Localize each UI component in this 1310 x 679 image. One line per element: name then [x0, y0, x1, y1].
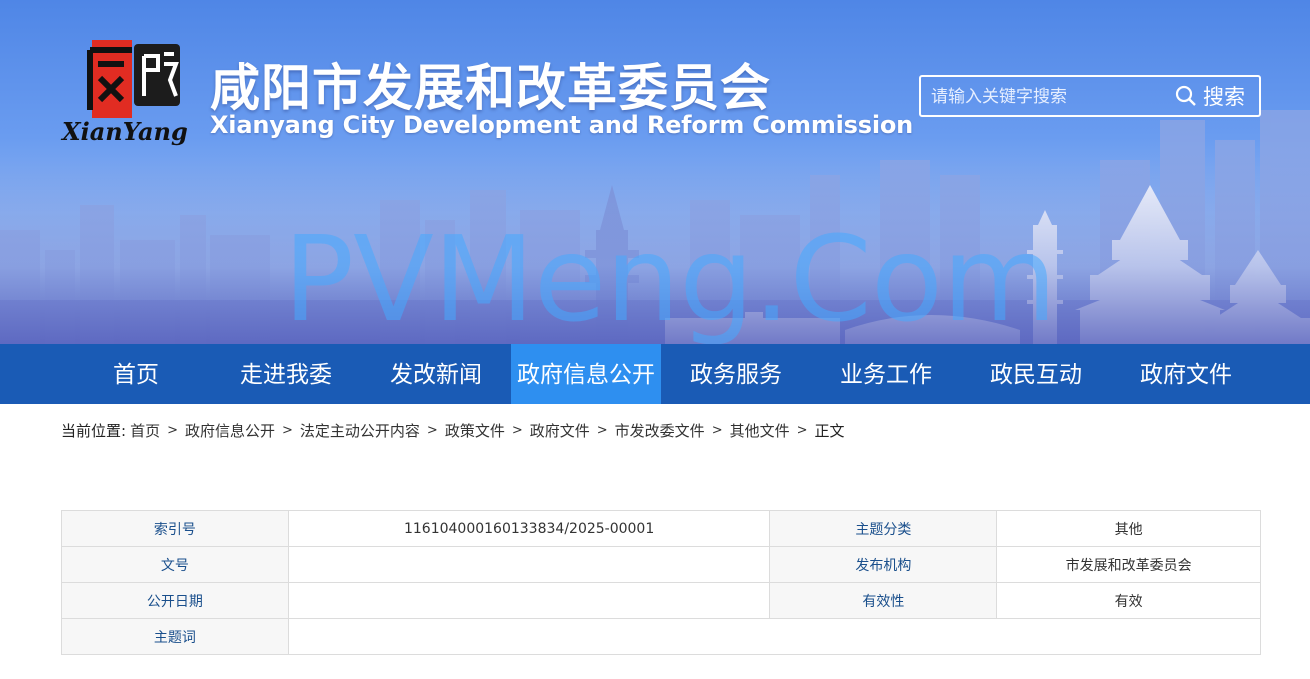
nav-item-home[interactable]: 首页 [61, 344, 211, 404]
site-title-en: Xianyang City Development and Reform Com… [210, 111, 914, 139]
nav-item-gov-docs[interactable]: 政府文件 [1111, 344, 1261, 404]
breadcrumb-link[interactable]: 政府信息公开 [185, 420, 275, 441]
info-value-validity: 有效 [996, 582, 1261, 619]
info-key-category: 主题分类 [769, 510, 998, 547]
breadcrumb-separator: > [711, 423, 723, 438]
info-value-doc-number [287, 546, 771, 583]
document-info-table: 索引号 116104000160133834/2025-00001 主题分类 其… [61, 510, 1262, 655]
info-key-doc-number: 文号 [61, 546, 289, 583]
search-box: 搜索 [919, 75, 1261, 117]
header-banner: XianYang 咸阳市发展和改革委员会 Xianyang City Devel… [0, 0, 1310, 344]
xianyang-logo-icon: XianYang [60, 40, 188, 146]
info-key-publish-date: 公开日期 [61, 582, 289, 619]
breadcrumb-link[interactable]: 政策文件 [445, 420, 505, 441]
search-icon [1175, 85, 1196, 106]
main-nav: 首页 走进我委 发改新闻 政府信息公开 政务服务 业务工作 政民互动 政府文件 [0, 344, 1310, 404]
info-value-index: 116104000160133834/2025-00001 [287, 510, 771, 547]
breadcrumb: 当前位置: 首页 > 政府信息公开 > 法定主动公开内容 > 政策文件 > 政府… [61, 420, 845, 441]
info-value-category: 其他 [996, 510, 1261, 547]
breadcrumb-separator: > [511, 423, 523, 438]
breadcrumb-separator: > [167, 423, 178, 438]
table-row: 公开日期 有效性 有效 [61, 582, 1261, 619]
info-key-index: 索引号 [61, 510, 289, 547]
breadcrumb-separator: > [426, 423, 438, 438]
info-value-publish-date [287, 582, 771, 619]
nav-item-about[interactable]: 走进我委 [211, 344, 361, 404]
breadcrumb-link[interactable]: 其他文件 [730, 420, 790, 441]
breadcrumb-link[interactable]: 法定主动公开内容 [300, 420, 420, 441]
info-value-keywords [287, 618, 1262, 655]
breadcrumb-link[interactable]: 政府文件 [530, 420, 590, 441]
breadcrumb-link[interactable]: 首页 [130, 420, 160, 441]
nav-item-gov-info[interactable]: 政府信息公开 [511, 344, 661, 404]
breadcrumb-separator: > [596, 423, 608, 438]
breadcrumb-lead: 当前位置: [61, 422, 127, 440]
logo-wordmark: XianYang [60, 117, 188, 146]
search-input[interactable] [931, 83, 1161, 111]
nav-item-news[interactable]: 发改新闻 [361, 344, 511, 404]
info-key-validity: 有效性 [769, 582, 998, 619]
search-button-label: 搜索 [1203, 85, 1245, 109]
nav-item-work[interactable]: 业务工作 [811, 344, 961, 404]
table-row: 文号 发布机构 市发展和改革委员会 [61, 546, 1261, 583]
breadcrumb-separator: > [282, 423, 293, 438]
nav-item-interaction[interactable]: 政民互动 [961, 344, 1111, 404]
breadcrumb-link[interactable]: 市发改委文件 [615, 420, 705, 441]
info-key-publisher: 发布机构 [769, 546, 998, 583]
breadcrumb-separator: > [796, 423, 808, 438]
table-row: 索引号 116104000160133834/2025-00001 主题分类 其… [61, 510, 1261, 547]
table-row: 主题词 [61, 618, 1262, 655]
info-value-publisher: 市发展和改革委员会 [996, 546, 1261, 583]
page: XianYang 咸阳市发展和改革委员会 Xianyang City Devel… [0, 0, 1310, 679]
breadcrumb-current: 正文 [814, 422, 845, 440]
site-logo[interactable]: XianYang [60, 40, 202, 152]
site-title-cn: 咸阳市发展和改革委员会 [210, 59, 771, 117]
info-key-keywords: 主题词 [61, 618, 289, 655]
nav-item-services[interactable]: 政务服务 [661, 344, 811, 404]
watermark-text: PVMeng.Com [283, 210, 1057, 344]
search-button[interactable]: 搜索 [1175, 81, 1245, 111]
